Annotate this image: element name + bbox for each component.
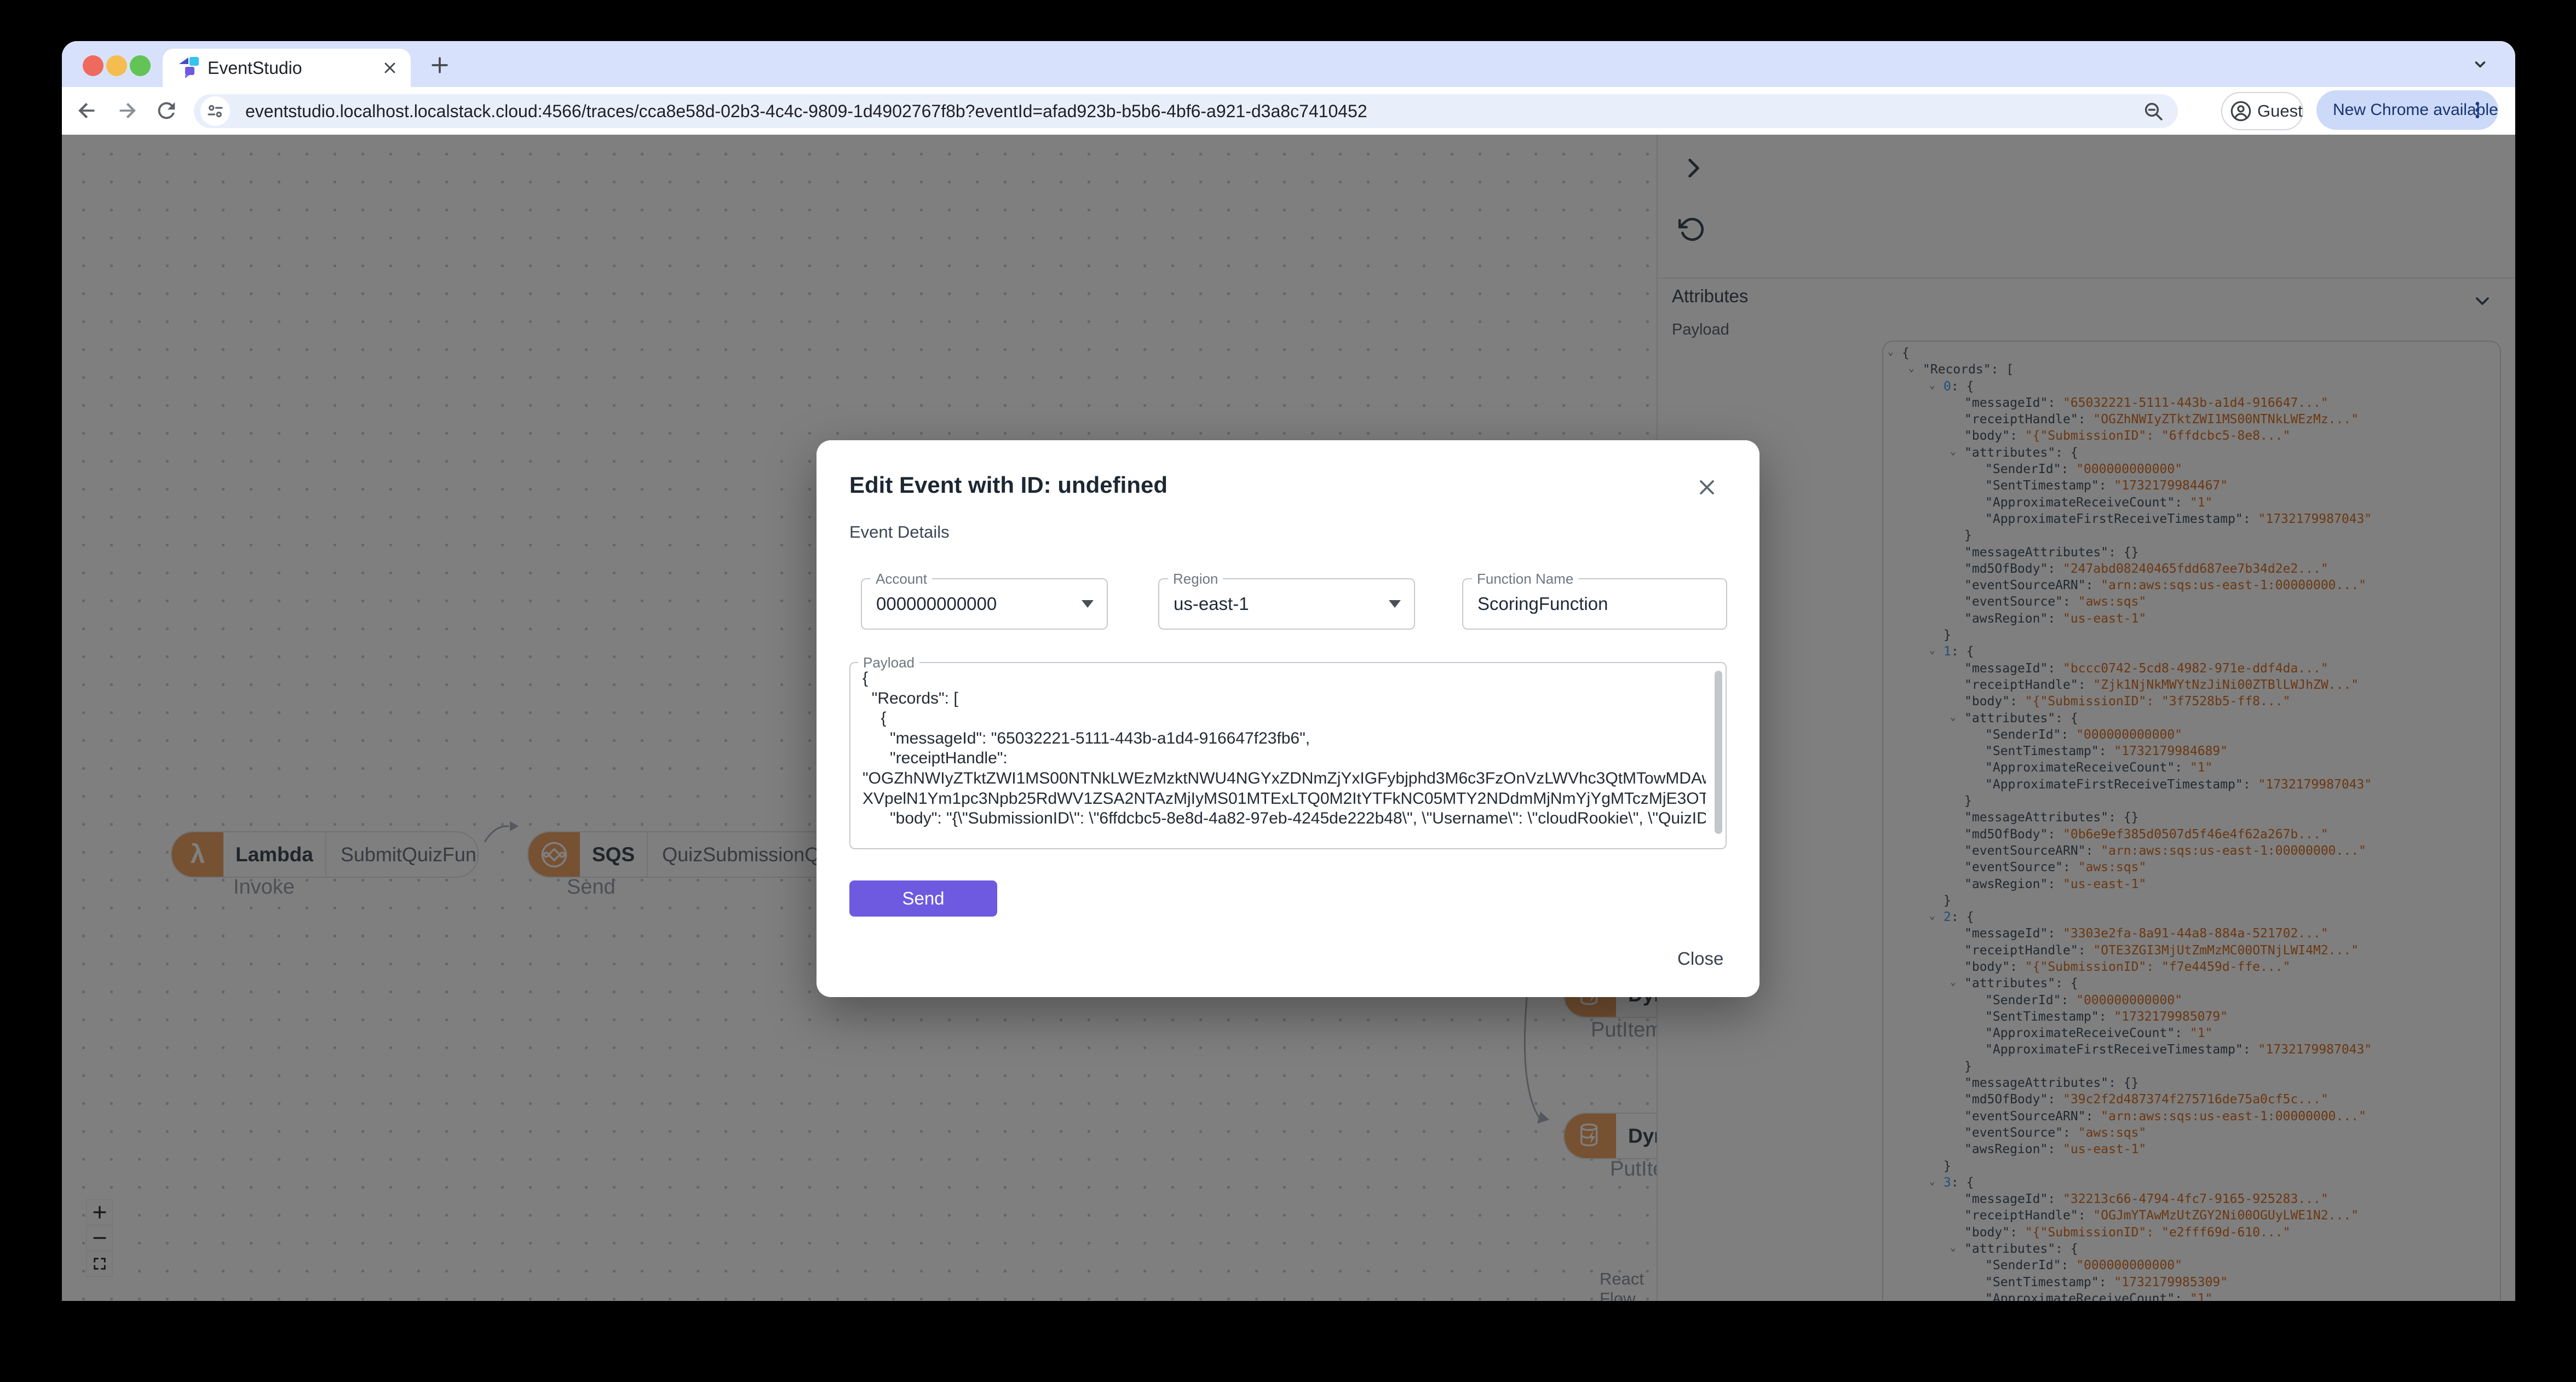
reload-button[interactable] xyxy=(154,98,179,123)
close-button[interactable]: Close xyxy=(1677,948,1723,969)
site-settings-icon xyxy=(208,105,223,118)
payload-scrollbar[interactable] xyxy=(1715,671,1722,834)
macos-close-button[interactable] xyxy=(83,55,104,76)
profile-label: Guest xyxy=(2257,101,2303,120)
payload-text: { "Records": [ { "messageId": "65032221-… xyxy=(863,669,1706,828)
modal-title: Edit Event with ID: undefined xyxy=(849,472,1168,498)
forward-button[interactable] xyxy=(114,98,140,123)
zoom-out-page-icon[interactable] xyxy=(2142,100,2165,123)
account-select[interactable]: Account 000000000000 xyxy=(861,571,1108,630)
url-bar[interactable]: eventstudio.localhost.localstack.cloud:4… xyxy=(194,94,2178,128)
payload-textarea[interactable]: Payload { "Records": [ { "messageId": "6… xyxy=(849,654,1727,849)
region-select[interactable]: Region us-east-1 xyxy=(1158,571,1415,630)
url-text: eventstudio.localhost.localstack.cloud:4… xyxy=(245,101,1367,121)
page-content: λ Lambda SubmitQuizFunction Invoke SQS Q… xyxy=(62,135,2515,1301)
region-value: us-east-1 xyxy=(1174,594,1249,614)
send-button[interactable]: Send xyxy=(849,880,997,917)
person-icon xyxy=(2230,101,2251,122)
chrome-update-button[interactable]: New Chrome available xyxy=(2316,90,2498,130)
site-info-button[interactable] xyxy=(200,96,230,126)
profile-button[interactable]: Guest xyxy=(2221,92,2303,130)
function-name-value: ScoringFunction xyxy=(1477,594,1608,614)
tab-search-chevron-icon[interactable] xyxy=(2470,54,2490,74)
back-button[interactable] xyxy=(74,98,100,123)
region-label: Region xyxy=(1168,571,1223,588)
dropdown-arrow-icon xyxy=(1082,600,1094,608)
macos-minimize-button[interactable] xyxy=(106,55,127,76)
edit-event-modal: Edit Event with ID: undefined Event Deta… xyxy=(817,440,1760,997)
function-name-field[interactable]: Function Name ScoringFunction xyxy=(1462,571,1727,630)
eventstudio-favicon-icon xyxy=(179,57,199,78)
macos-zoom-button[interactable] xyxy=(130,55,151,76)
tab-close-icon[interactable] xyxy=(381,59,399,77)
new-tab-button[interactable] xyxy=(428,53,452,77)
screenshot-background: EventStudio eventstudio.localhost.locals… xyxy=(0,0,2576,1382)
browser-window: EventStudio eventstudio.localhost.locals… xyxy=(62,41,2515,1301)
function-name-label: Function Name xyxy=(1472,571,1579,588)
dropdown-arrow-icon xyxy=(1389,600,1401,608)
tab-title: EventStudio xyxy=(208,58,302,78)
account-value: 000000000000 xyxy=(876,594,997,614)
tab-strip: EventStudio xyxy=(62,41,2515,87)
account-label: Account xyxy=(871,571,932,588)
modal-close-icon[interactable] xyxy=(1695,475,1719,499)
browser-toolbar: eventstudio.localhost.localstack.cloud:4… xyxy=(62,87,2515,135)
event-details-heading: Event Details xyxy=(849,522,950,542)
browser-menu-kebab-icon[interactable] xyxy=(2466,99,2488,122)
browser-tab[interactable]: EventStudio xyxy=(163,49,411,87)
